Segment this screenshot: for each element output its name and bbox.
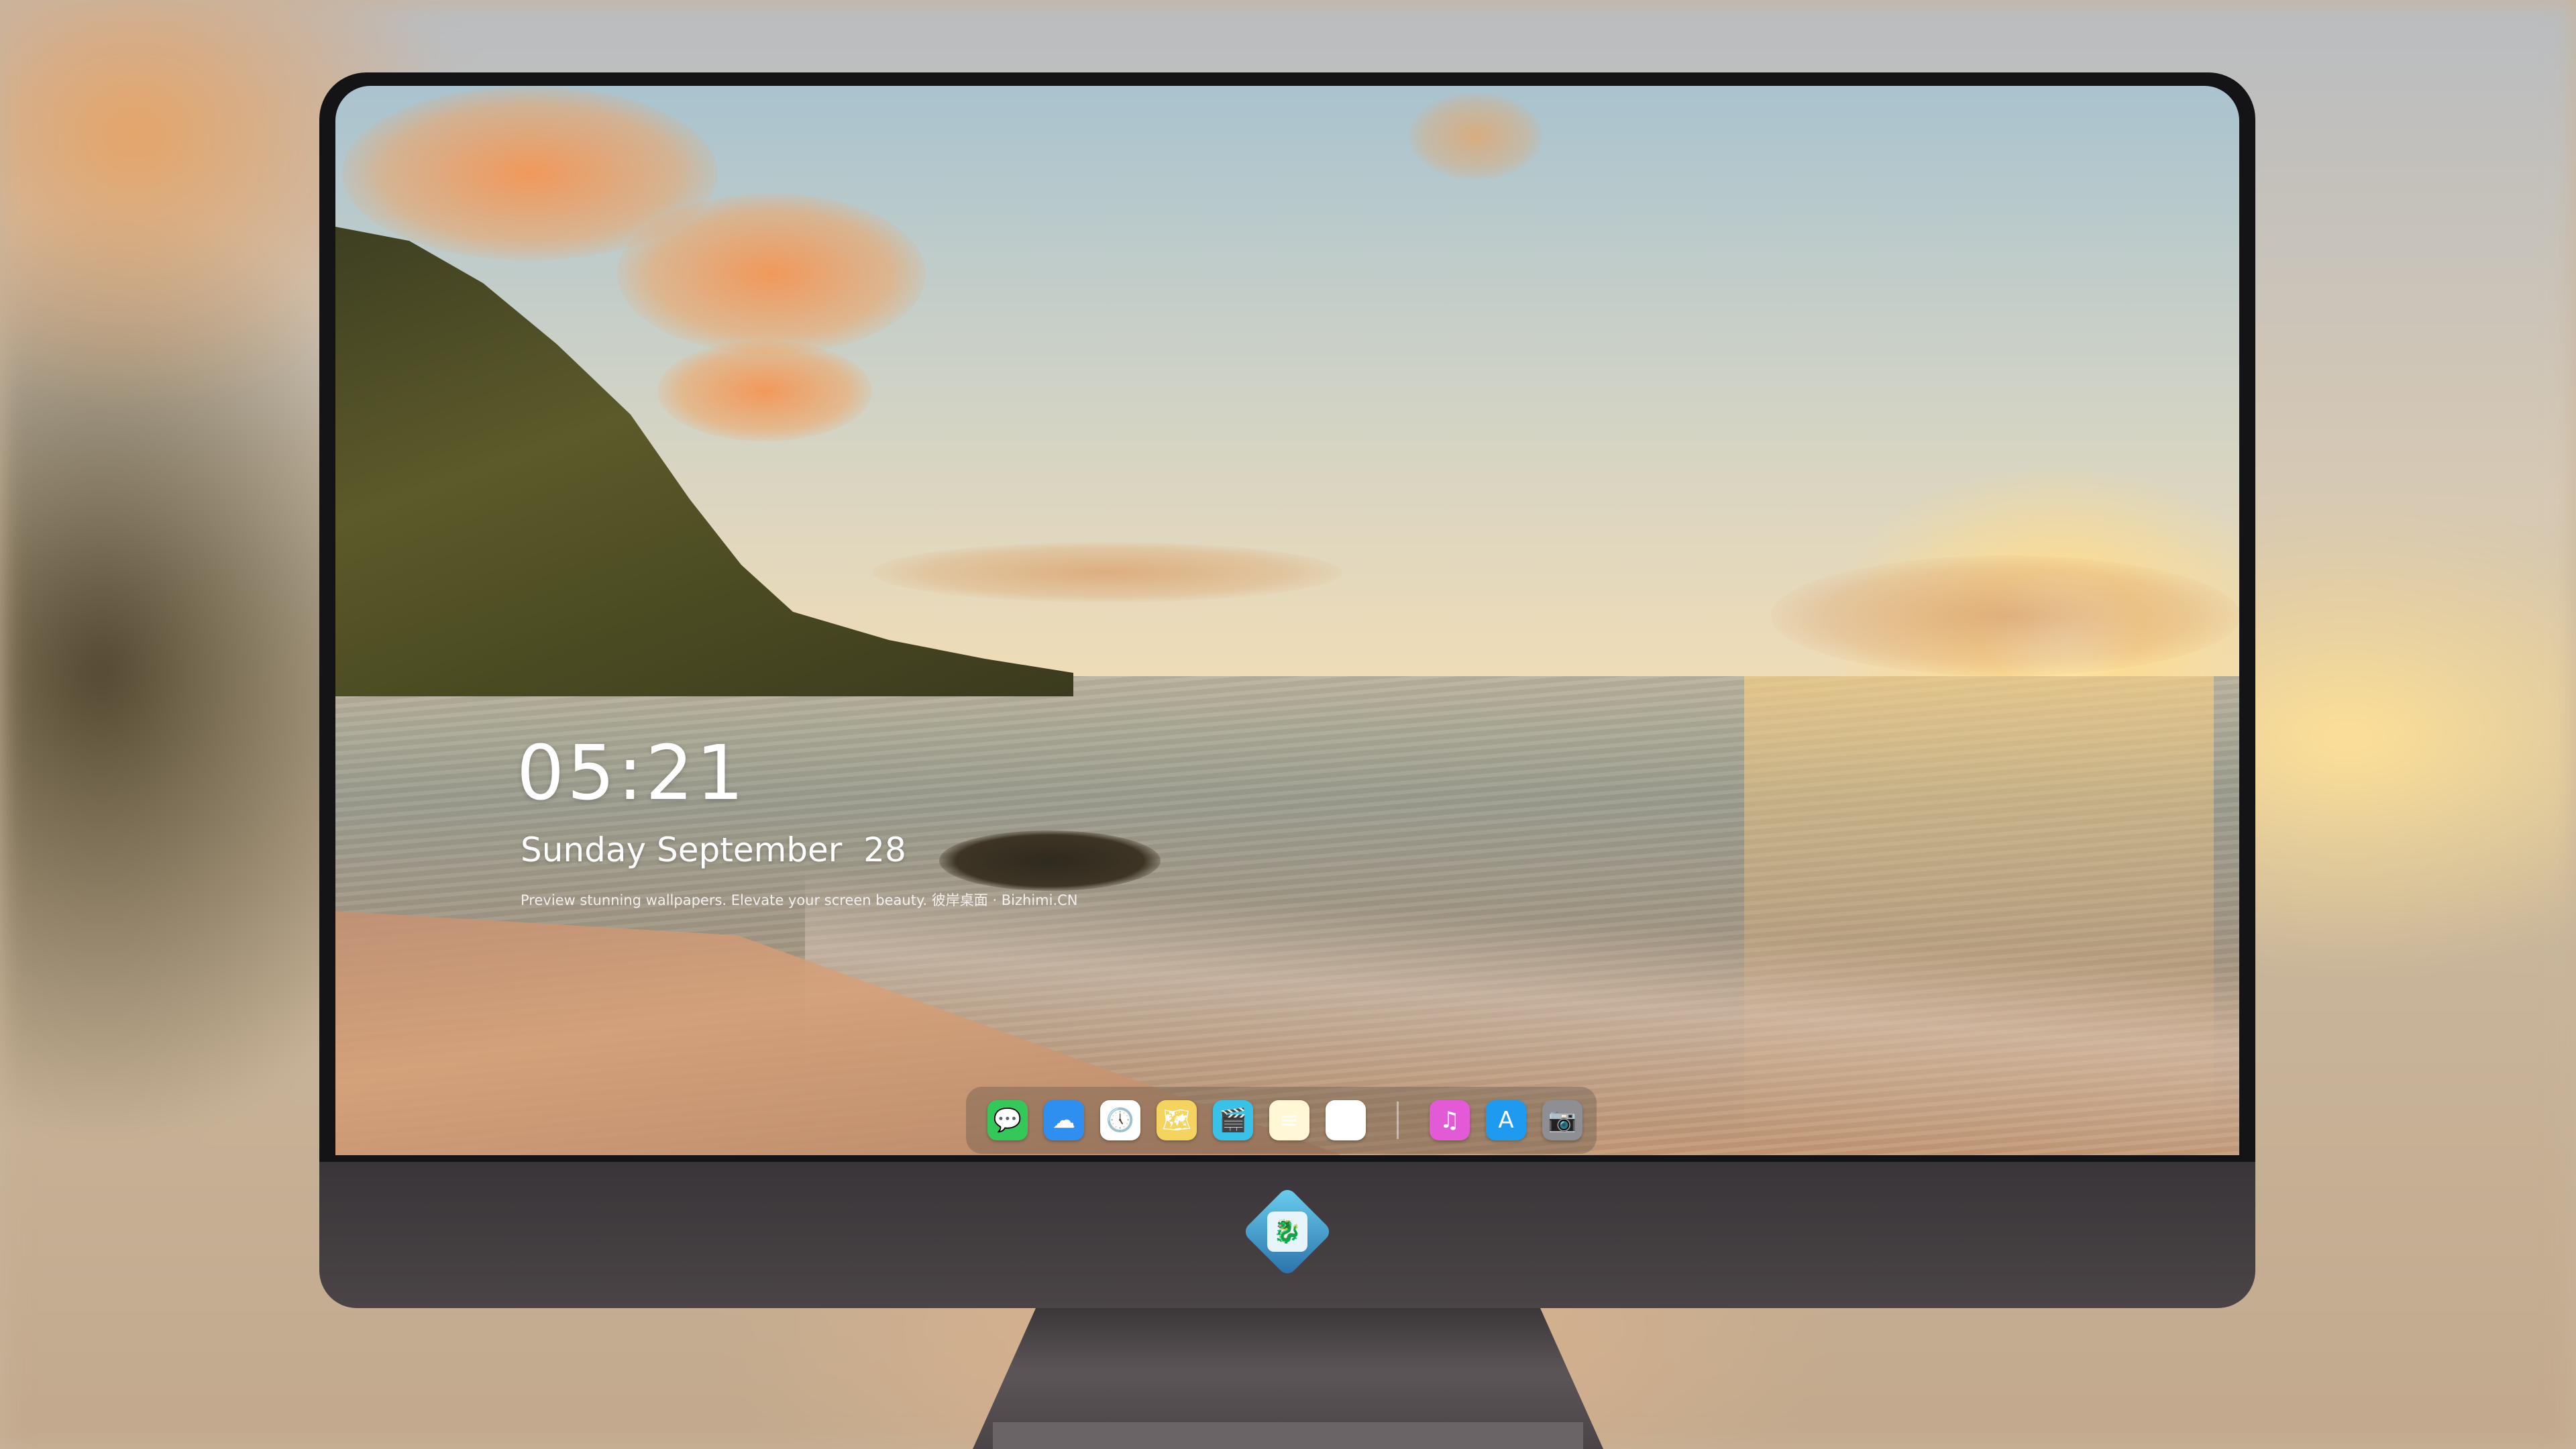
weather-icon[interactable]: ☁ xyxy=(1044,1100,1084,1140)
cloud xyxy=(617,193,926,354)
app-store-icon[interactable]: A xyxy=(1486,1100,1526,1140)
cloud xyxy=(1771,555,2239,676)
clock-icon[interactable]: 🕔 xyxy=(1100,1100,1140,1140)
music-icon[interactable]: ♫ xyxy=(1430,1100,1470,1140)
camera-icon[interactable]: 📷 xyxy=(1542,1100,1582,1140)
lock-date: Sunday September 28 xyxy=(521,830,906,869)
photos-icon[interactable]: 🖼 xyxy=(1326,1100,1366,1140)
dock: 💬 ☁ 🕔 🗺 🎬 ≡ 🖼 ♫ A 📷 xyxy=(966,1087,1597,1154)
dragon-icon: 🐉 xyxy=(1267,1212,1307,1252)
cloud xyxy=(872,542,1342,602)
maps-icon[interactable]: 🗺 xyxy=(1157,1100,1197,1140)
monitor-bezel: 05:21 Sunday September 28 Preview stunni… xyxy=(319,72,2255,1162)
monitor: 05:21 Sunday September 28 Preview stunni… xyxy=(319,72,2255,1308)
cloud xyxy=(1409,93,1543,180)
messages-icon[interactable]: 💬 xyxy=(987,1100,1028,1140)
monitor-stand-base xyxy=(993,1422,1583,1449)
dock-separator xyxy=(1397,1102,1399,1139)
cloud xyxy=(657,341,872,441)
lock-tagline: Preview stunning wallpapers. Elevate you… xyxy=(521,892,1078,908)
lock-clock: 05:21 xyxy=(517,730,747,817)
notes-icon[interactable]: ≡ xyxy=(1269,1100,1309,1140)
rock xyxy=(939,830,1161,891)
clips-icon[interactable]: 🎬 xyxy=(1213,1100,1253,1140)
lock-screen[interactable]: 05:21 Sunday September 28 Preview stunni… xyxy=(335,86,2239,1155)
